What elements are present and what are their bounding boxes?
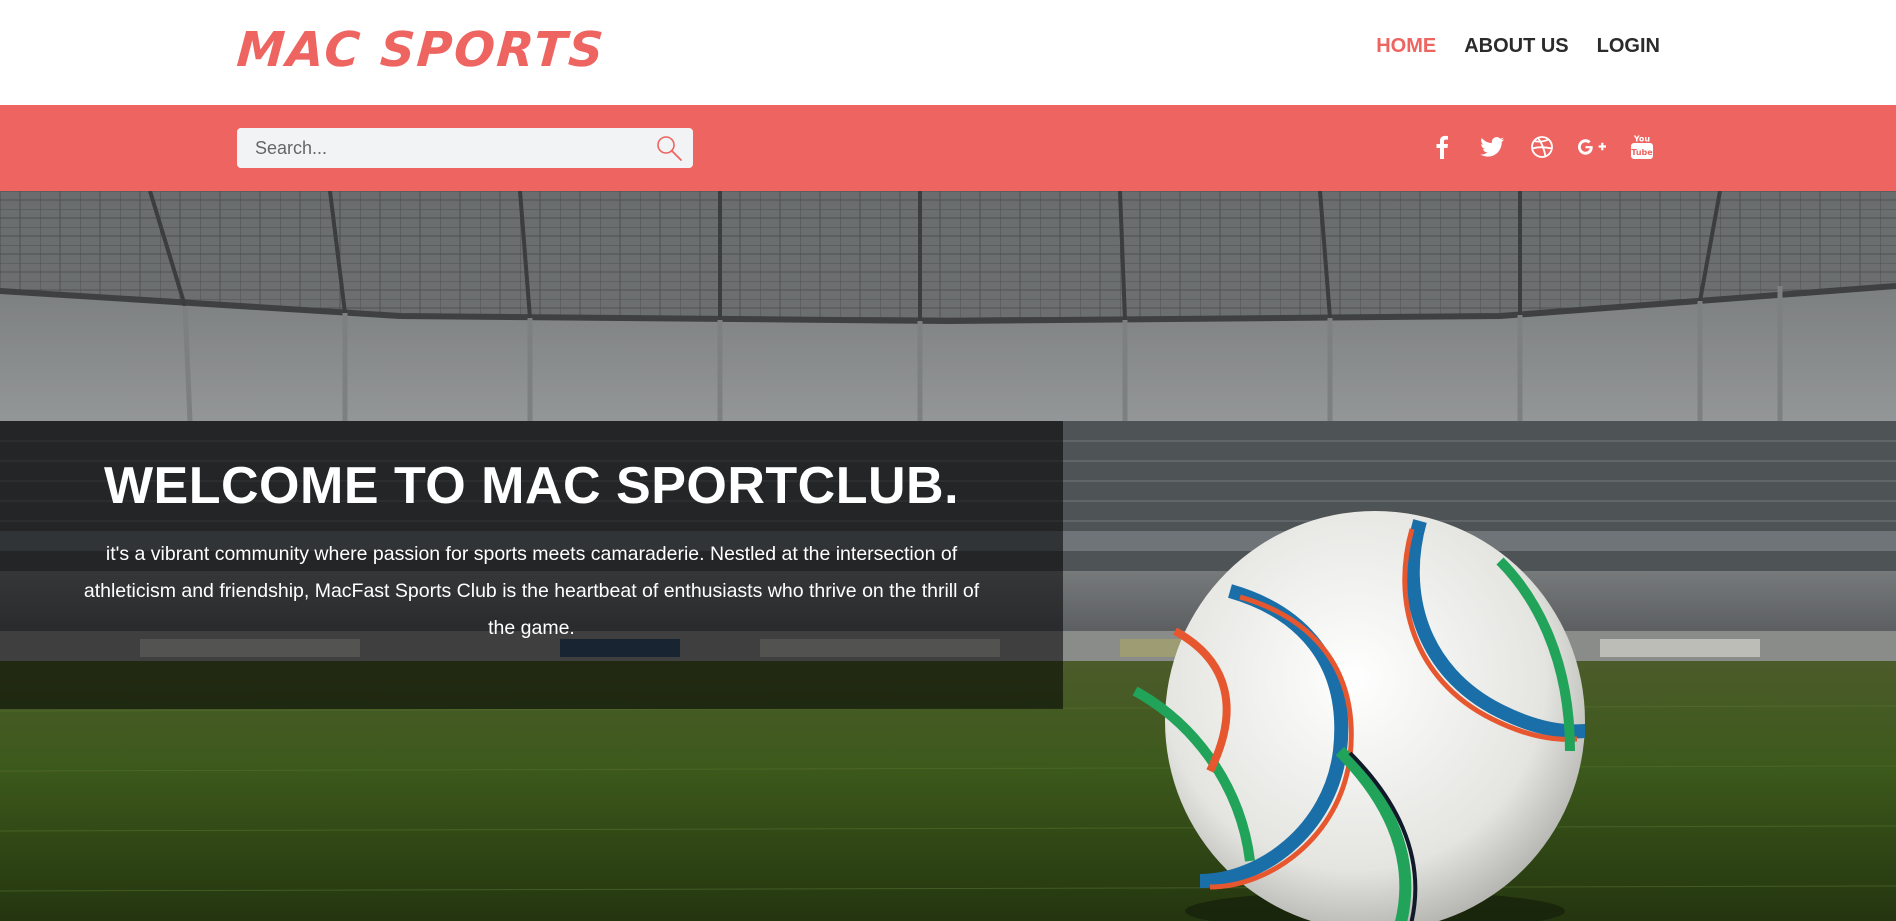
hero-section: WELCOME TO MAC SPORTCLUB. it's a vibrant… [0,191,1896,921]
svg-text:Tube: Tube [1631,148,1653,157]
nav-about-link[interactable]: ABOUT US [1464,35,1568,58]
site-logo[interactable]: MAC SPORTS [235,22,607,78]
search-bar-strip: Tube You [0,105,1896,191]
site-header: MAC SPORTS HOME ABOUT US LOGIN [0,0,1896,105]
nav-home-link[interactable]: HOME [1376,35,1436,58]
search-icon[interactable] [655,134,683,162]
twitter-icon[interactable] [1476,131,1508,163]
facebook-icon[interactable] [1426,131,1458,163]
main-nav: HOME ABOUT US LOGIN [1376,35,1660,58]
nav-login-link[interactable]: LOGIN [1597,35,1660,58]
google-plus-icon[interactable] [1576,131,1608,163]
svg-text:You: You [1633,135,1651,144]
hero-title: WELCOME TO MAC SPORTCLUB. [103,457,960,515]
dribbble-icon[interactable] [1526,131,1558,163]
hero-description: it's a vibrant community where passion f… [83,543,980,639]
search-input[interactable] [237,128,637,168]
search-box [237,128,693,168]
youtube-icon[interactable]: Tube You [1626,131,1658,163]
welcome-panel: WELCOME TO MAC SPORTCLUB. it's a vibrant… [0,421,1063,709]
social-links: Tube You [1426,131,1658,163]
